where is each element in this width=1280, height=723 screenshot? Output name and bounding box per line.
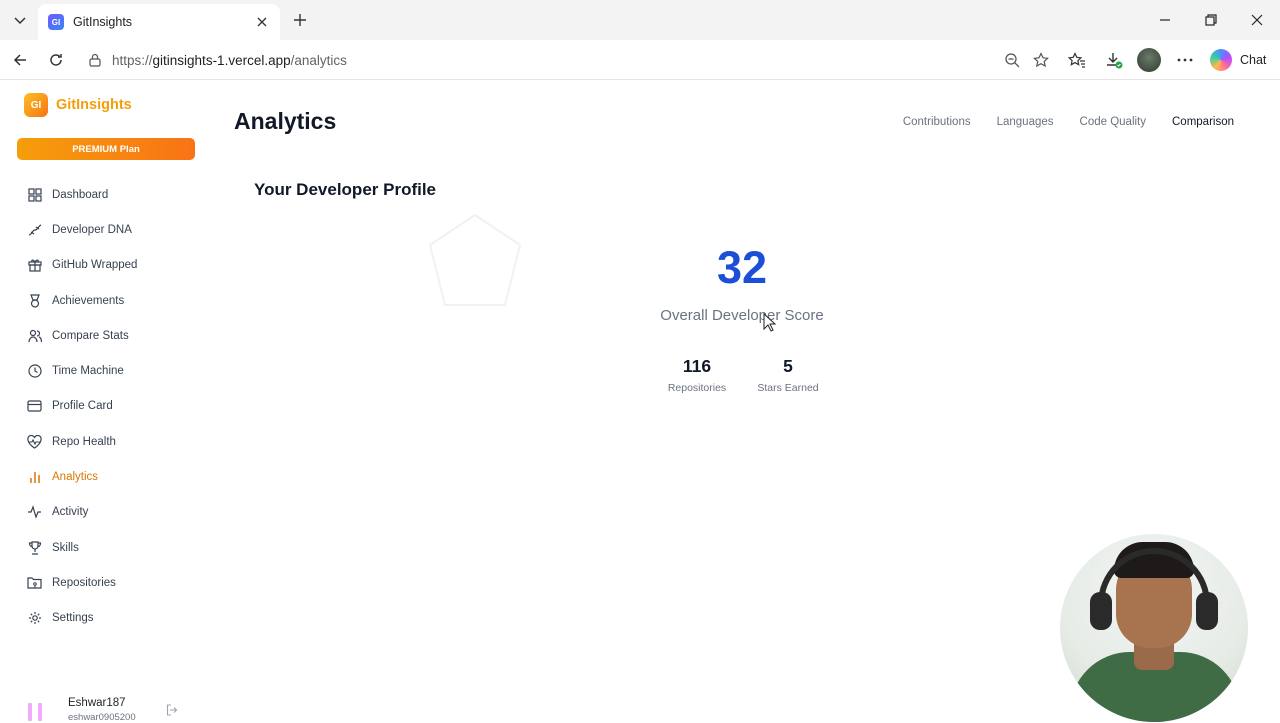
sidebar-item-label: Compare Stats [52, 329, 129, 342]
gift-icon [27, 258, 42, 273]
stat-stars: 5 Stars Earned [743, 356, 833, 394]
user-name: Eshwar187 [68, 697, 126, 709]
user-email: eshwar0905200 [68, 712, 136, 723]
tab-comparison[interactable]: Comparison [1172, 116, 1234, 128]
sidebar-item-label: Settings [52, 612, 94, 625]
url-path: /analytics [290, 52, 347, 68]
browser-tab-strip: GI GitInsights [0, 0, 1280, 40]
sidebar-nav: Dashboard Developer DNA GitHub Wrapped A… [0, 177, 212, 636]
developer-score-label: Overall Developer Score [660, 307, 824, 324]
avatar [28, 703, 54, 721]
sidebar-item-label: Dashboard [52, 188, 109, 201]
gear-icon [27, 611, 42, 626]
sidebar-item-label: Time Machine [52, 365, 124, 378]
tab-code-quality[interactable]: Code Quality [1080, 116, 1146, 128]
downloads-icon[interactable] [1100, 46, 1128, 74]
sidebar-item-label: Skills [52, 541, 79, 554]
sidebar-item-repositories[interactable]: Repositories [0, 565, 212, 600]
stat-value: 5 [783, 356, 793, 376]
users-icon [27, 328, 42, 343]
copilot-icon [1210, 49, 1232, 71]
premium-plan-button[interactable]: PREMIUM Plan [17, 138, 195, 160]
more-options-icon[interactable] [1171, 46, 1199, 74]
minimize-icon[interactable] [1151, 6, 1179, 34]
tab-title: GitInsights [73, 15, 133, 29]
sidebar-item-dashboard[interactable]: Dashboard [0, 177, 212, 212]
sidebar-item-developer-dna[interactable]: Developer DNA [0, 212, 212, 247]
url-text: https://gitinsights-1.vercel.app/analyti… [112, 53, 347, 68]
stat-value: 116 [682, 356, 712, 376]
browser-tab[interactable]: GI GitInsights [38, 4, 280, 40]
stat-label: Stars Earned [757, 382, 819, 394]
dna-icon [27, 222, 42, 237]
sidebar-item-label: Profile Card [52, 400, 113, 413]
heart-pulse-icon [27, 434, 42, 449]
tab-languages[interactable]: Languages [997, 116, 1054, 128]
sidebar-item-time-machine[interactable]: Time Machine [0, 353, 212, 388]
sidebar-item-label: Repositories [52, 576, 116, 589]
sidebar-item-compare-stats[interactable]: Compare Stats [0, 318, 212, 353]
tab-favicon-icon: GI [48, 14, 64, 30]
sidebar-item-label: Repo Health [52, 435, 116, 448]
brand-logo-icon: GI [24, 93, 48, 117]
restore-icon[interactable] [1197, 6, 1225, 34]
url-scheme: https:// [112, 52, 153, 68]
sidebar-item-label: Activity [52, 506, 89, 519]
sidebar: GI GitInsights PREMIUM Plan Dashboard De… [0, 81, 212, 723]
medal-icon [27, 293, 42, 308]
copilot-chat-button[interactable]: Chat [1210, 48, 1266, 72]
section-title: Your Developer Profile [254, 180, 437, 199]
bar-chart-icon [27, 470, 42, 485]
favorites-icon[interactable] [1063, 46, 1091, 74]
url-host: gitinsights-1.vercel.app [152, 52, 291, 68]
back-arrow-icon[interactable] [6, 46, 34, 74]
trophy-icon [27, 540, 42, 555]
user-profile[interactable]: Eshwar187 eshwar0905200 [28, 695, 208, 723]
sidebar-item-profile-card[interactable]: Profile Card [0, 389, 212, 424]
page-title: Analytics [234, 108, 337, 134]
analytics-tabs: Contributions Languages Code Quality Com… [877, 116, 1234, 128]
tab-close-icon[interactable] [254, 14, 270, 30]
new-tab-icon[interactable] [288, 8, 312, 32]
url-field[interactable]: https://gitinsights-1.vercel.app/analyti… [76, 45, 1064, 75]
window-close-icon[interactable] [1243, 6, 1271, 34]
stat-label: Repositories [667, 382, 727, 394]
activity-icon [27, 505, 42, 520]
favorite-star-icon[interactable] [1027, 46, 1055, 74]
sidebar-item-label: Achievements [52, 294, 125, 307]
sidebar-item-github-wrapped[interactable]: GitHub Wrapped [0, 248, 212, 283]
webcam-overlay [1060, 534, 1248, 722]
folder-git-icon [27, 575, 42, 590]
stat-repositories: 116 Repositories [652, 356, 742, 394]
tab-actions-chevron-icon[interactable] [6, 7, 34, 33]
site-info-icon[interactable] [88, 53, 102, 67]
logout-icon[interactable] [166, 703, 180, 717]
developer-score-value: 32 [716, 242, 768, 293]
brand-name: GitInsights [56, 97, 132, 113]
sidebar-item-skills[interactable]: Skills [0, 530, 212, 565]
clock-icon [27, 364, 42, 379]
card-icon [27, 399, 42, 414]
zoom-icon[interactable] [998, 46, 1026, 74]
sidebar-item-label: GitHub Wrapped [52, 259, 138, 272]
sidebar-item-repo-health[interactable]: Repo Health [0, 424, 212, 459]
reload-icon[interactable] [42, 46, 70, 74]
sidebar-item-activity[interactable]: Activity [0, 495, 212, 530]
sidebar-item-label: Developer DNA [52, 223, 132, 236]
profile-avatar-icon[interactable] [1135, 46, 1163, 74]
grid-icon [27, 187, 42, 202]
sidebar-item-settings[interactable]: Settings [0, 601, 212, 636]
sidebar-item-achievements[interactable]: Achievements [0, 283, 212, 318]
chat-label: Chat [1240, 53, 1267, 67]
sidebar-item-analytics[interactable]: Analytics [0, 459, 212, 494]
brand[interactable]: GI GitInsights [24, 93, 132, 117]
radar-chart-placeholder [428, 213, 522, 306]
mouse-cursor-icon [763, 313, 777, 332]
sidebar-item-label: Analytics [52, 471, 99, 484]
tab-contributions[interactable]: Contributions [903, 116, 971, 128]
address-bar: https://gitinsights-1.vercel.app/analyti… [0, 40, 1280, 80]
